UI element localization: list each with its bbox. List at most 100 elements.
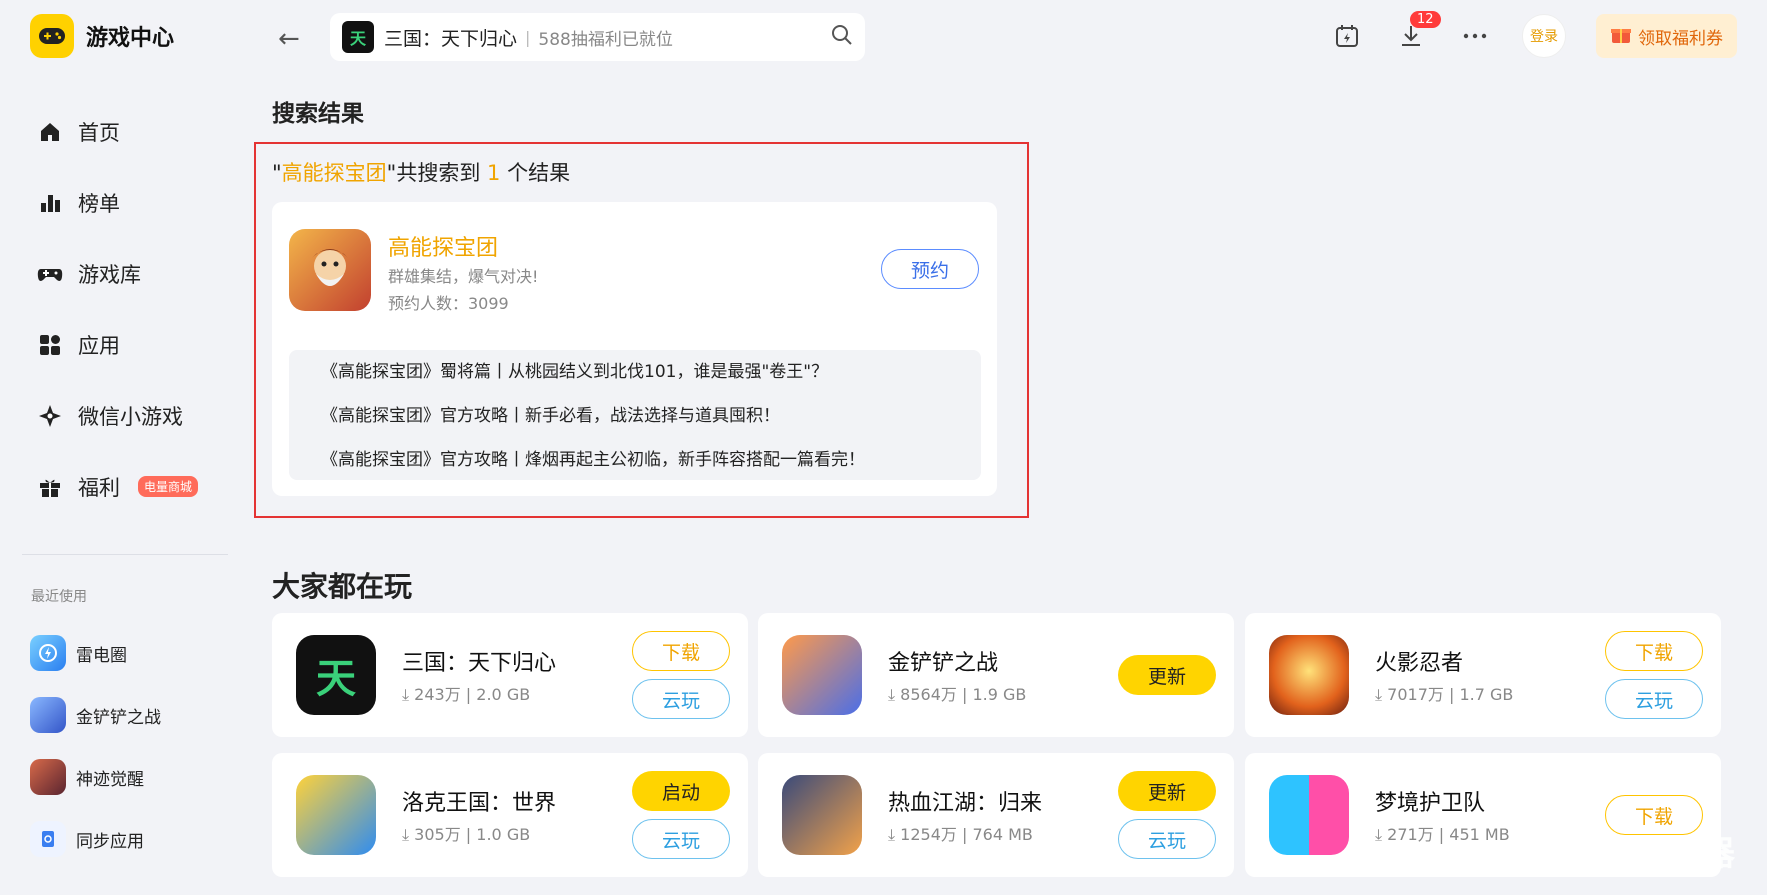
game-name: 火影忍者 [1375,651,1464,676]
download-count: 305万 [414,825,461,844]
update-button[interactable]: 更新 [1118,771,1216,811]
reserve-button[interactable]: 预约 [881,249,979,289]
app-logo[interactable]: 游戏中心 [30,14,174,58]
game-name: 梦境护卫队 [1375,791,1486,816]
download-icon[interactable]: 12 [1394,11,1441,53]
download-button[interactable]: 下载 [632,631,730,671]
more-icon[interactable] [1458,19,1492,53]
cloud-play-button[interactable]: 云玩 [632,679,730,719]
results-heading: 搜索结果 [272,101,364,127]
file-size: 451 MB [1449,825,1510,844]
game-name: 三国：天下归心 [402,651,557,676]
download-small-icon: ⤓ [402,825,415,844]
game-name: 热血江湖：归来 [888,791,1043,816]
coupon-button[interactable]: 领取福利券 [1596,14,1737,58]
game-thumb-icon: 天 [342,21,374,53]
game-icon [1269,775,1349,855]
file-size: 2.0 GB [476,685,531,704]
cloud-play-button[interactable]: 云玩 [1605,679,1703,719]
download-small-icon: ⤓ [402,685,415,704]
calendar-icon[interactable] [1330,19,1364,53]
gamepad-logo-icon [30,14,74,58]
summary-suffix: 个结果 [500,161,571,185]
search-icon[interactable] [831,24,853,50]
article-link[interactable]: 《高能探宝团》官方攻略丨烽烟再起主公初临，新手阵容搭配一篇看完！ [321,446,981,490]
sidebar-item-label: 榜单 [78,191,120,216]
article-list: 《高能探宝团》蜀将篇丨从桃园结义到北伐101，谁是最强"卷王"？ 《高能探宝团》… [289,350,981,480]
game-meta: ⤓ 243万 | 2.0 GB [402,685,531,704]
sidebar-item-label: 游戏库 [78,262,141,287]
sidebar-item-welfare[interactable]: 福利 电量商城 [36,451,236,522]
sidebar-item-label: 福利 [78,475,120,500]
recent-item[interactable]: 神迹觉醒 [30,746,230,808]
file-size: 1.9 GB [972,685,1027,704]
game-meta: ⤓ 305万 | 1.0 GB [402,825,531,844]
sidebar-nav: 首页 榜单 游戏库 应用 微信小游戏 福利 电量商城 [36,96,236,522]
top-actions: 12 登录 领取福利券 [1330,11,1737,58]
search-placeholder: 588抽福利已就位 [538,29,673,50]
coupon-label: 领取福利券 [1638,28,1723,49]
game-meta: ⤓ 7017万 | 1.7 GB [1375,685,1514,704]
back-arrow-icon[interactable]: ← [278,24,300,54]
file-size: 764 MB [972,825,1033,844]
sidebar-item-home[interactable]: 首页 [36,96,236,167]
sidebar-item-wechat-games[interactable]: 微信小游戏 [36,380,236,451]
sidebar-item-label: 首页 [78,120,120,145]
quote-open: " [272,161,282,185]
game-card[interactable]: 火影忍者 ⤓ 7017万 | 1.7 GB 下载 云玩 [1245,613,1721,737]
chart-icon [36,189,64,217]
game-meta: ⤓ 1254万 | 764 MB [888,825,1033,844]
file-size: 1.0 GB [476,825,531,844]
game-name[interactable]: 高能探宝团 [388,230,498,262]
reservation-count: 预约人数：3099 [388,294,509,313]
download-count: 271万 [1387,825,1434,844]
download-small-icon: ⤓ [1375,685,1388,704]
article-link[interactable]: 《高能探宝团》蜀将篇丨从桃园结义到北伐101，谁是最强"卷王"？ [321,358,981,402]
file-size: 1.7 GB [1459,685,1514,704]
game-card[interactable]: 热血江湖：归来 ⤓ 1254万 | 764 MB 更新 云玩 [758,753,1234,877]
result-count: 1 [487,161,501,185]
search-bar[interactable]: 天 三国：天下归心 | 588抽福利已就位 [330,13,865,61]
recent-item[interactable]: 同步应用 [30,808,230,870]
sidebar-divider [22,554,228,555]
result-card[interactable]: 高能探宝团 群雄集结，爆气对决! 预约人数：3099 预约 《高能探宝团》蜀将篇… [272,202,997,496]
download-small-icon: ⤓ [1375,825,1388,844]
game-icon [296,775,376,855]
recent-title: 最近使用 [31,589,87,605]
recent-item[interactable]: 金铲铲之战 [30,684,230,746]
game-icon [30,759,66,795]
game-card[interactable]: 洛克王国：世界 ⤓ 305万 | 1.0 GB 启动 云玩 [272,753,748,877]
launch-button[interactable]: 启动 [632,771,730,811]
sidebar-item-ranking[interactable]: 榜单 [36,167,236,238]
game-card[interactable]: 天 三国：天下归心 ⤓ 243万 | 2.0 GB 下载 云玩 [272,613,748,737]
game-icon: 天 [296,635,376,715]
cloud-play-button[interactable]: 云玩 [632,819,730,859]
sidebar-item-apps[interactable]: 应用 [36,309,236,380]
game-card[interactable]: 金铲铲之战 ⤓ 8564万 | 1.9 GB 更新 [758,613,1234,737]
home-icon [36,118,64,146]
download-small-icon: ⤓ [888,825,901,844]
game-icon [289,229,371,311]
game-icon [30,697,66,733]
search-game-title: 三国：天下归心 [384,27,518,50]
gamepad-icon [36,260,64,288]
sidebar-item-label: 应用 [78,333,120,358]
update-button[interactable]: 更新 [1118,655,1216,695]
download-button[interactable]: 下载 [1605,631,1703,671]
download-count: 8564万 [900,685,957,704]
download-count: 243万 [414,685,461,704]
game-name: 金铲铲之战 [888,651,999,676]
login-button[interactable]: 登录 [1522,14,1566,58]
summary-mid: "共搜索到 [386,161,488,185]
cloud-play-button[interactable]: 云玩 [1118,819,1216,859]
recent-item-label: 神迹觉醒 [76,769,144,790]
game-icon [1269,635,1349,715]
download-count-badge: 12 [1410,11,1441,28]
query-text: 高能探宝团 [281,161,387,185]
sidebar-item-game-library[interactable]: 游戏库 [36,238,236,309]
app-title: 游戏中心 [86,26,175,51]
recent-item-label: 金铲铲之战 [76,707,161,728]
article-link[interactable]: 《高能探宝团》官方攻略丨新手必看，战法选择与道具囤积！ [321,402,981,446]
recent-item[interactable]: 雷电圈 [30,622,230,684]
sparkle-icon [36,402,64,430]
